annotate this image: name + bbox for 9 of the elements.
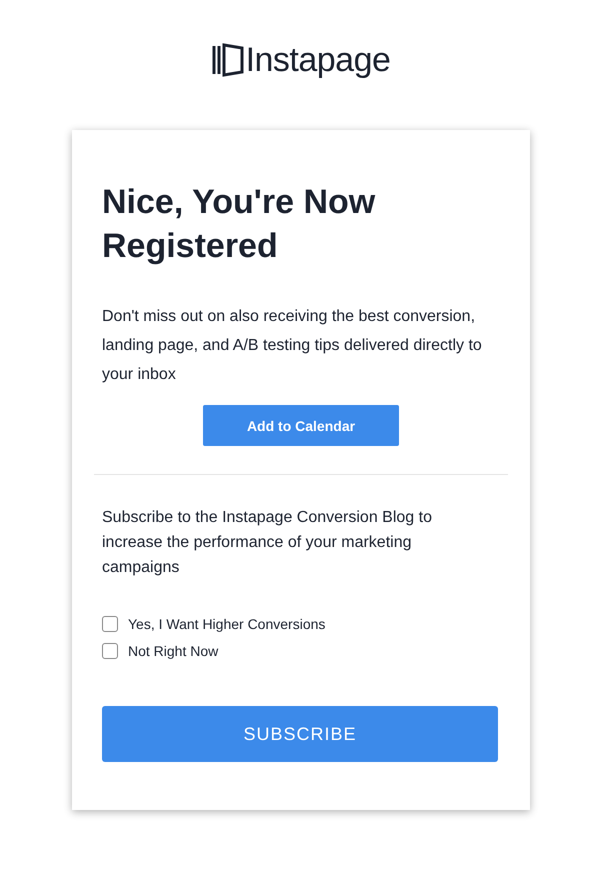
card-title: Nice, You're Now Registered [102,182,376,267]
logo-text: Instapage [246,40,390,80]
logo-icon [212,42,244,78]
checkbox[interactable] [102,616,118,632]
option-label[interactable]: Not Right Now [128,643,218,659]
subscribe-text: Subscribe to the Instapage Conversion Blog to increase the performance of your marketing campaigns [102,508,433,578]
option-label[interactable]: Yes, I Want Higher Conversions [128,616,326,632]
intro-text: Don't miss out on also receiving the best conversion, landing page, and A/B testing tips delivered directly to your inbox [102,307,482,385]
checkbox[interactable] [102,643,118,659]
